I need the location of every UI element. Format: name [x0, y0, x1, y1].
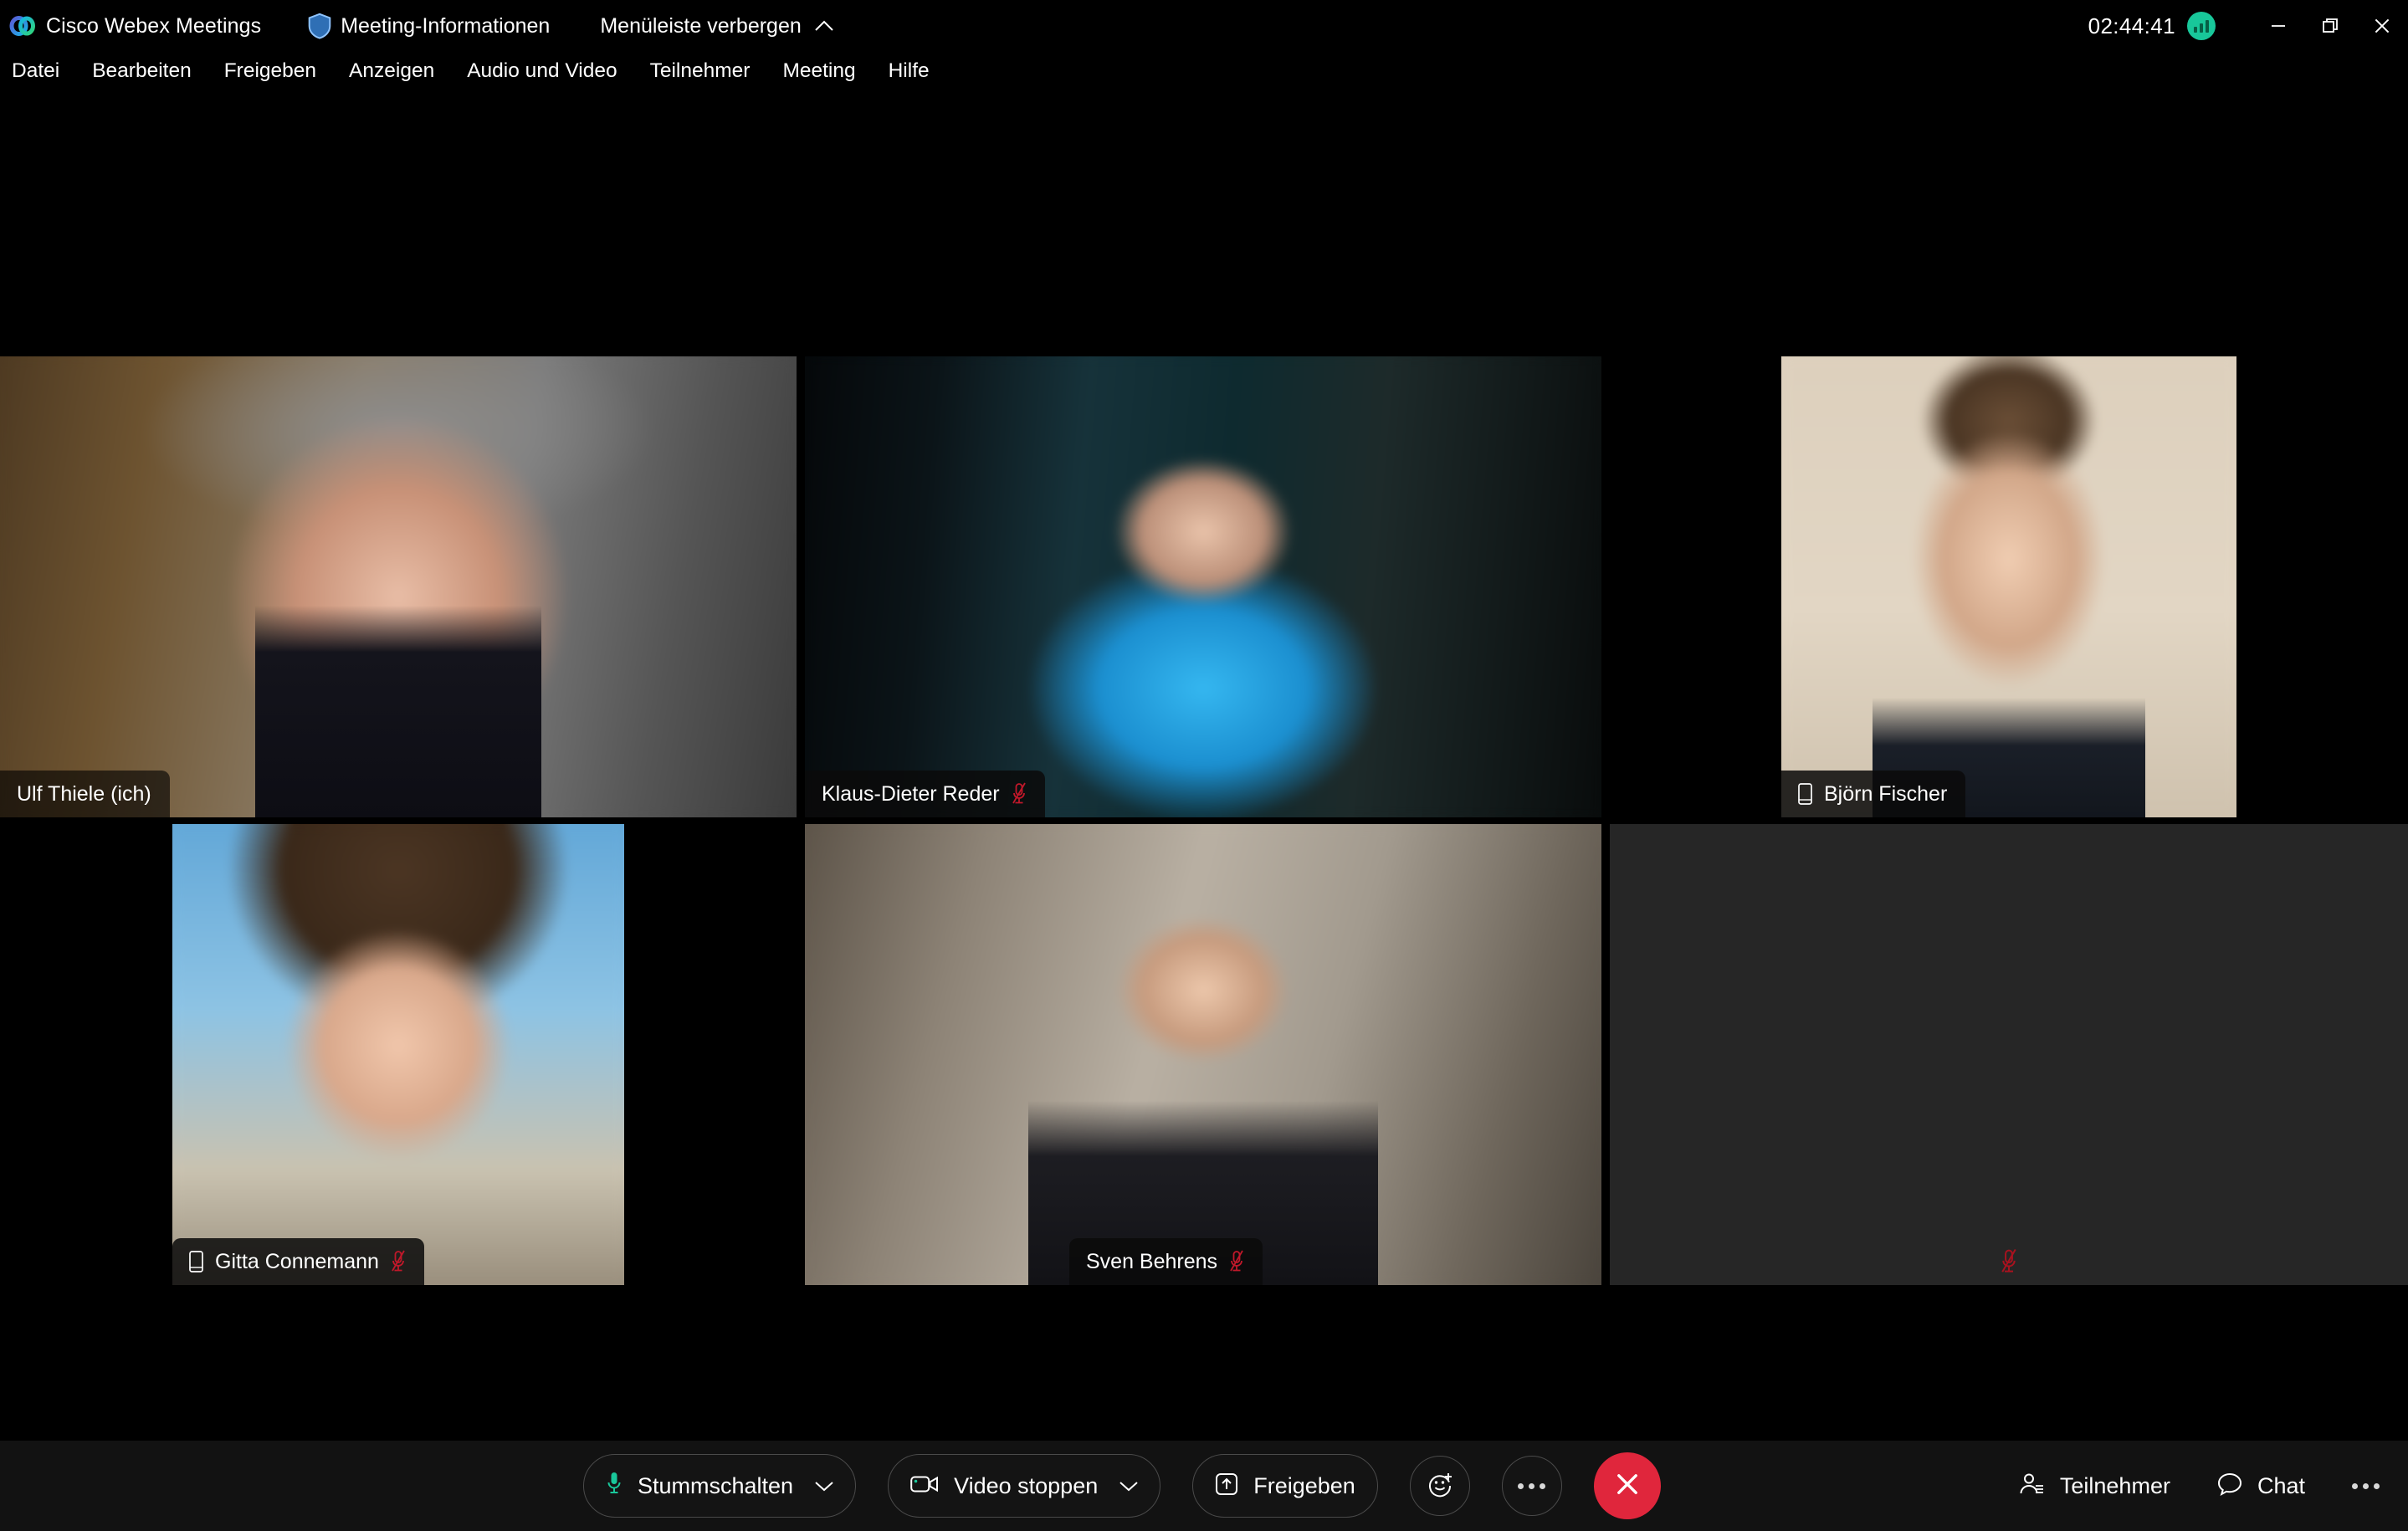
webex-meeting-window: Cisco Webex Meetings Meeting-Information…: [0, 0, 2408, 1531]
chat-bubble-icon: [2217, 1472, 2242, 1501]
reactions-button[interactable]: [1409, 1456, 1470, 1516]
menu-item-datei[interactable]: Datei: [12, 59, 59, 83]
video-tile-ulf-thiele[interactable]: Ulf Thiele (ich): [0, 356, 797, 817]
more-horizontal-icon: [1518, 1482, 1546, 1489]
menu-bar: Datei Bearbeiten Freigeben Anzeigen Audi…: [0, 52, 2408, 90]
more-horizontal-icon: [2352, 1482, 2380, 1489]
mobile-phone-icon: [189, 1251, 203, 1272]
video-tile-gitta-connemann[interactable]: Gitta Connemann: [0, 824, 797, 1285]
video-feed: [1781, 356, 2236, 817]
more-options-button[interactable]: [1501, 1456, 1562, 1516]
menu-item-bearbeiten[interactable]: Bearbeiten: [92, 59, 192, 83]
share-upload-icon: [1215, 1472, 1238, 1500]
signal-bars: [2194, 20, 2209, 33]
mobile-phone-icon: [1798, 783, 1812, 805]
camera-icon: [910, 1474, 939, 1498]
video-tile-bjorn-fischer[interactable]: Björn Fischer: [1610, 356, 2408, 817]
video-feed: [0, 356, 797, 817]
video-feed: [805, 356, 1601, 817]
meeting-timer: 02:44:41: [2088, 13, 2175, 38]
participant-name: Sven Behrens: [1086, 1249, 1218, 1273]
microphone-muted-icon: [391, 1250, 406, 1273]
mute-button-label: Stummschalten: [638, 1472, 794, 1498]
chat-button[interactable]: Chat: [2217, 1472, 2305, 1501]
chevron-down-icon[interactable]: [815, 1481, 833, 1492]
hide-menubar-label: Menüleiste verbergen: [600, 13, 802, 38]
close-icon[interactable]: [2356, 0, 2408, 52]
participant-name: Ulf Thiele (ich): [17, 781, 151, 806]
network-signal-icon[interactable]: [2187, 12, 2216, 40]
end-meeting-button[interactable]: [1593, 1452, 1661, 1519]
menu-item-audio-und-video[interactable]: Audio und Video: [467, 59, 617, 83]
toolbar-right-group: Teilnehmer Chat: [2018, 1472, 2380, 1501]
hide-menubar-button[interactable]: Menüleiste verbergen: [600, 14, 833, 38]
minimize-icon[interactable]: [2252, 0, 2304, 52]
title-bar-left: Cisco Webex Meetings Meeting-Information…: [0, 0, 833, 52]
video-tile-sven-behrens[interactable]: Sven Behrens: [805, 824, 1601, 1285]
microphone-icon: [606, 1471, 622, 1502]
video-tile-klaus-dieter-reder[interactable]: Klaus-Dieter Reder: [805, 356, 1601, 817]
meeting-info-label: Meeting-Informationen: [341, 13, 551, 38]
toolbar-overflow-button[interactable]: [2352, 1482, 2380, 1489]
mute-button[interactable]: Stummschalten: [583, 1454, 857, 1518]
smiley-plus-icon: [1427, 1471, 1453, 1502]
video-tile-empty[interactable]: [1610, 824, 2408, 1285]
microphone-muted-icon: [1012, 782, 1027, 806]
shield-icon: [307, 13, 332, 39]
menu-item-meeting[interactable]: Meeting: [782, 59, 855, 83]
name-badge: Sven Behrens: [1069, 1238, 1263, 1285]
video-feed: [172, 824, 624, 1285]
title-bar: Cisco Webex Meetings Meeting-Information…: [0, 0, 2408, 52]
participant-name: Gitta Connemann: [215, 1249, 379, 1273]
title-bar-right: 02:44:41: [2088, 0, 2408, 52]
participants-icon: [2018, 1472, 2045, 1501]
name-badge: Klaus-Dieter Reder: [805, 771, 1045, 817]
chevron-down-icon[interactable]: [1119, 1481, 1138, 1492]
end-meeting-x-icon: [1613, 1470, 1642, 1503]
stop-video-button[interactable]: Video stoppen: [888, 1454, 1161, 1518]
name-badge: Björn Fischer: [1781, 771, 1966, 817]
video-grid: Ulf Thiele (ich) Klaus-Dieter Reder Björ…: [0, 90, 2408, 1441]
menu-item-anzeigen[interactable]: Anzeigen: [349, 59, 434, 83]
name-badge: Gitta Connemann: [172, 1238, 424, 1285]
chat-label: Chat: [2257, 1472, 2305, 1498]
chevron-up-icon: [815, 20, 833, 32]
share-button-label: Freigeben: [1253, 1472, 1355, 1498]
menu-item-freigeben[interactable]: Freigeben: [224, 59, 316, 83]
video-feed: [805, 824, 1601, 1285]
webex-logo-icon: [8, 12, 37, 40]
participants-button[interactable]: Teilnehmer: [2018, 1472, 2170, 1501]
participants-label: Teilnehmer: [2059, 1472, 2170, 1498]
toolbar-center-group: Stummschalten Video stoppen Freigeben: [583, 1452, 1661, 1519]
app-title: Cisco Webex Meetings: [46, 13, 262, 38]
name-badge: Ulf Thiele (ich): [0, 771, 170, 817]
participant-name: Björn Fischer: [1824, 781, 1948, 806]
restore-icon[interactable]: [2304, 0, 2356, 52]
meeting-controls-toolbar: Stummschalten Video stoppen Freigeben Te…: [0, 1441, 2408, 1531]
stop-video-button-label: Video stoppen: [954, 1472, 1099, 1498]
meeting-info-button[interactable]: Meeting-Informationen: [307, 13, 550, 39]
microphone-muted-icon: [1229, 1250, 1244, 1273]
participant-name: Klaus-Dieter Reder: [822, 781, 1000, 806]
share-button[interactable]: Freigeben: [1192, 1454, 1378, 1518]
menu-item-teilnehmer[interactable]: Teilnehmer: [650, 59, 751, 83]
menu-item-hilfe[interactable]: Hilfe: [889, 59, 930, 83]
microphone-muted-icon: [2001, 1248, 2017, 1275]
